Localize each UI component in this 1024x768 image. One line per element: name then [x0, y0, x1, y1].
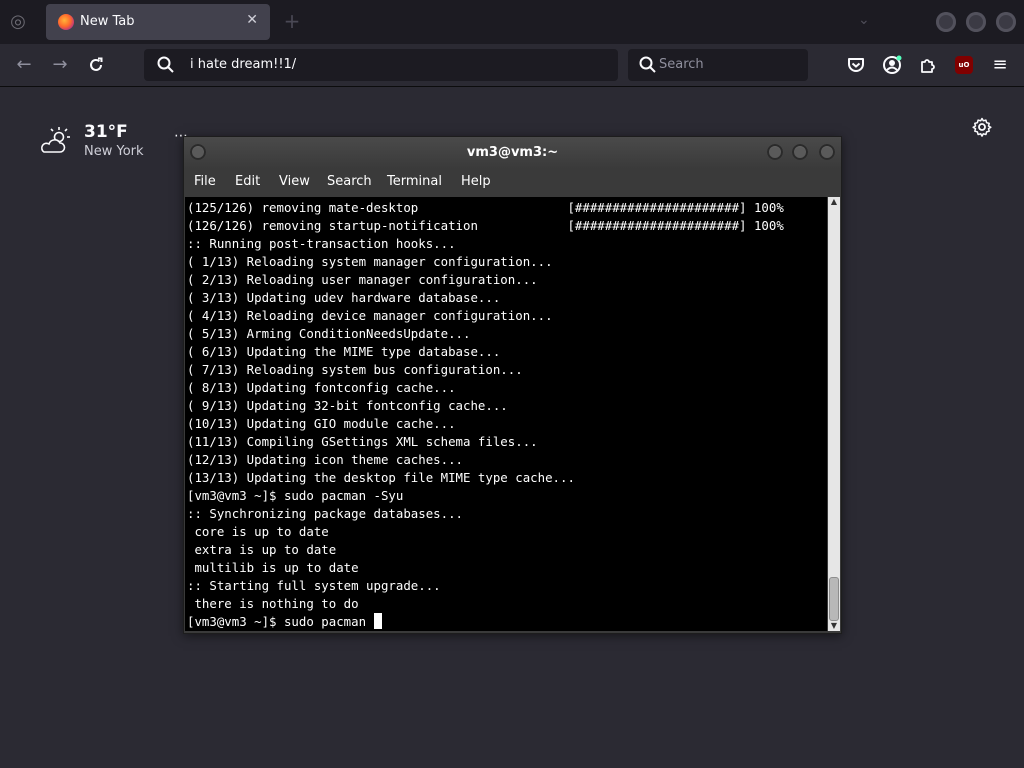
- tab-strip: ◎ New Tab ✕ + ⌄: [0, 0, 1024, 44]
- terminal-line: (126/126) removing startup-notification …: [187, 218, 784, 233]
- forward-icon[interactable]: →: [48, 54, 72, 76]
- pocket-icon[interactable]: [844, 53, 868, 77]
- search-placeholder: Search: [659, 57, 704, 72]
- menu-search[interactable]: Search: [327, 174, 372, 189]
- terminal-line: :: Synchronizing package databases...: [187, 506, 464, 521]
- terminal-menubar: File Edit View Search Terminal Help: [184, 169, 841, 197]
- terminal-line: :: Running post-transaction hooks...: [187, 236, 456, 251]
- tab-new-tab[interactable]: New Tab ✕: [46, 4, 270, 40]
- new-tab-plus-icon[interactable]: +: [282, 11, 302, 31]
- terminal-prompt-line: [vm3@vm3 ~]$ sudo pacman: [187, 613, 784, 631]
- terminal-minimize-button[interactable]: [767, 144, 783, 160]
- scrollbar-thumb[interactable]: [829, 577, 839, 621]
- terminal-line: ( 7/13) Reloading system bus configurati…: [187, 362, 523, 377]
- terminal-line: ( 9/13) Updating 32-bit fontconfig cache…: [187, 398, 508, 413]
- terminal-title: vm3@vm3:~: [466, 145, 559, 160]
- terminal-line: (12/13) Updating icon theme caches...: [187, 452, 464, 467]
- terminal-line: ( 6/13) Updating the MIME type database.…: [187, 344, 501, 359]
- terminal-line: ( 5/13) Arming ConditionNeedsUpdate...: [187, 326, 471, 341]
- menu-edit[interactable]: Edit: [235, 174, 260, 189]
- navigation-toolbar: ← → i hate dream!!1/ Search uO ≡: [0, 44, 1024, 87]
- address-bar[interactable]: i hate dream!!1/: [144, 49, 618, 81]
- terminal-line: there is nothing to do: [187, 596, 359, 611]
- terminal-output: (125/126) removing mate-desktop [#######…: [187, 199, 784, 631]
- menu-help[interactable]: Help: [461, 174, 491, 189]
- search-icon: [639, 56, 656, 73]
- terminal-line: ( 1/13) Reloading system manager configu…: [187, 254, 553, 269]
- menu-file[interactable]: File: [194, 174, 216, 189]
- minimize-button[interactable]: [936, 12, 956, 32]
- back-icon[interactable]: ←: [12, 54, 36, 76]
- terminal-line: multilib is up to date: [187, 560, 359, 575]
- firefox-icon: [58, 14, 74, 30]
- terminal-line: ( 8/13) Updating fontconfig cache...: [187, 380, 456, 395]
- search-bar[interactable]: Search: [628, 49, 808, 81]
- terminal-line: (125/126) removing mate-desktop [#######…: [187, 200, 784, 215]
- terminal-line: (11/13) Compiling GSettings XML schema f…: [187, 434, 538, 449]
- terminal-window[interactable]: vm3@vm3:~ File Edit View Search Terminal…: [183, 136, 842, 634]
- terminal-scrollbar[interactable]: ▲ ▼: [828, 197, 840, 631]
- close-button[interactable]: [996, 12, 1016, 32]
- ublock-icon[interactable]: uO: [955, 56, 973, 74]
- terminal-maximize-button[interactable]: [792, 144, 808, 160]
- menu-icon[interactable]: ≡: [990, 53, 1010, 77]
- menu-view[interactable]: View: [279, 174, 310, 189]
- terminal-line: extra is up to date: [187, 542, 337, 557]
- terminal-line: (10/13) Updating GIO module cache...: [187, 416, 456, 431]
- terminal-line: (13/13) Updating the desktop file MIME t…: [187, 470, 575, 485]
- terminal-line: ( 4/13) Reloading device manager configu…: [187, 308, 553, 323]
- weather-temperature: 31°F: [84, 122, 128, 142]
- terminal-titlebar[interactable]: vm3@vm3:~: [184, 137, 841, 169]
- partly-cloudy-icon: [40, 127, 70, 153]
- scroll-up-arrow-icon[interactable]: ▲: [828, 197, 840, 207]
- maximize-button[interactable]: [966, 12, 986, 32]
- menu-terminal[interactable]: Terminal: [387, 174, 442, 189]
- tab-title: New Tab: [80, 14, 135, 29]
- tab-close-icon[interactable]: ✕: [246, 12, 258, 28]
- reload-icon[interactable]: [84, 54, 108, 76]
- firefox-view-icon[interactable]: ◎: [6, 10, 30, 34]
- terminal-line: core is up to date: [187, 524, 329, 539]
- terminal-line: ( 2/13) Reloading user manager configura…: [187, 272, 538, 287]
- list-all-tabs-icon[interactable]: ⌄: [858, 12, 870, 28]
- terminal-line: ( 3/13) Updating udev hardware database.…: [187, 290, 501, 305]
- scroll-down-arrow-icon[interactable]: ▼: [828, 621, 840, 631]
- terminal-close-button[interactable]: [819, 144, 835, 160]
- terminal-line: :: Starting full system upgrade...: [187, 578, 441, 593]
- weather-city: New York: [84, 144, 144, 159]
- gear-icon[interactable]: [972, 117, 992, 137]
- account-icon[interactable]: [880, 53, 904, 77]
- terminal-prompt-text: [vm3@vm3 ~]$ sudo pacman: [187, 614, 374, 629]
- terminal-line: [vm3@vm3 ~]$ sudo pacman -Syu: [187, 488, 404, 503]
- window-controls: [936, 12, 1016, 32]
- terminal-cursor: [373, 613, 382, 629]
- terminal-screen[interactable]: (125/126) removing mate-desktop [#######…: [185, 197, 827, 631]
- extensions-icon[interactable]: [916, 53, 940, 77]
- address-input[interactable]: i hate dream!!1/: [190, 57, 296, 72]
- search-icon: [157, 56, 174, 73]
